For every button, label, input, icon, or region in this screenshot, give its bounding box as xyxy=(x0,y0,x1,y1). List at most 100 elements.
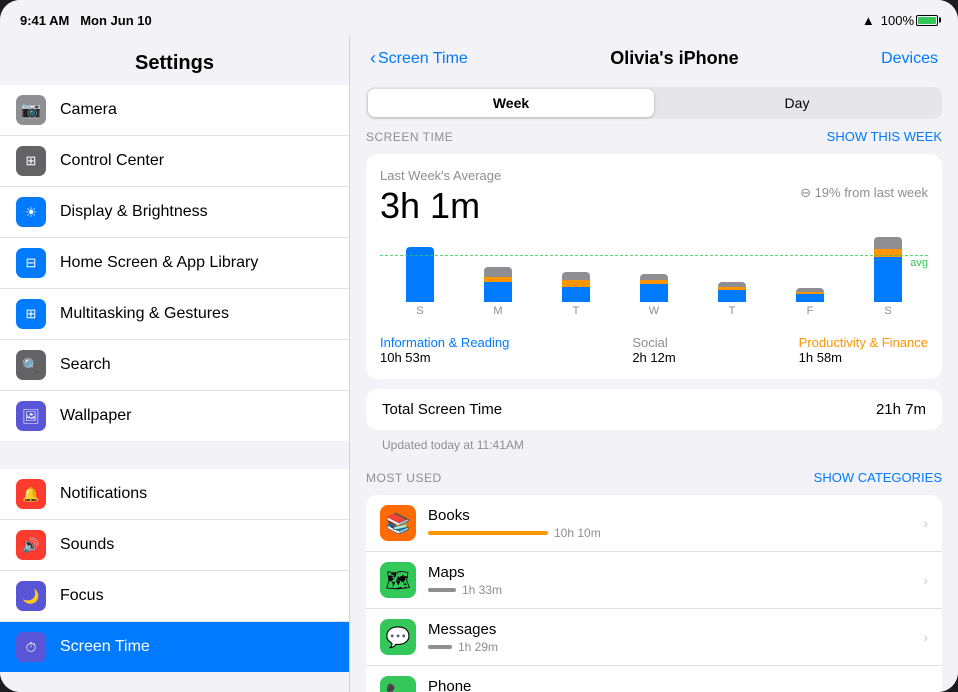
screen-time-label: Screen Time xyxy=(60,638,150,656)
segment-day[interactable]: Day xyxy=(654,89,940,117)
total-label: Total Screen Time xyxy=(382,401,502,418)
wallpaper-label: Wallpaper xyxy=(60,407,131,425)
bar-col-s2: S xyxy=(852,237,924,317)
total-row: Total Screen Time 21h 7m xyxy=(366,389,942,430)
legend-productivity-label: Productivity & Finance xyxy=(799,335,928,350)
back-chevron-icon: ‹ xyxy=(370,48,376,69)
app-row-phone[interactable]: 📞 Phone 1h 16m › xyxy=(366,666,942,692)
sidebar-item-sounds[interactable]: 🔊 Sounds xyxy=(0,520,349,571)
total-value: 21h 7m xyxy=(876,401,926,418)
app-row-books[interactable]: 📚 Books 10h 10m › xyxy=(366,495,942,552)
avg-line xyxy=(380,255,928,256)
focus-icon: 🌙 xyxy=(16,581,46,611)
day-label-w: W xyxy=(649,305,659,317)
sidebar: Settings 📷 Camera ⊞ Control Center ☀ Dis… xyxy=(0,36,350,692)
updated-text: Updated today at 11:41AM xyxy=(350,436,958,460)
segment-wrap: Week Day xyxy=(350,81,958,119)
bar-stack-w xyxy=(640,274,668,302)
messages-info: Messages 1h 29m xyxy=(428,621,923,654)
day-label-m: M xyxy=(493,305,502,317)
legend-productivity: Productivity & Finance 1h 58m xyxy=(799,335,928,365)
messages-chevron-icon: › xyxy=(923,629,928,645)
search-icon: 🔍 xyxy=(16,350,46,380)
bar-stack-s2 xyxy=(874,237,902,302)
sidebar-item-control-center[interactable]: ⊞ Control Center xyxy=(0,136,349,187)
control-center-icon: ⊞ xyxy=(16,146,46,176)
screen-time-section-label: SCREEN TIME xyxy=(366,130,453,144)
devices-button[interactable]: Devices xyxy=(881,50,938,68)
phone-icon: 📞 xyxy=(380,676,416,692)
phone-info: Phone 1h 16m xyxy=(428,678,923,692)
legend-social-time: 2h 12m xyxy=(632,350,675,365)
sidebar-item-screen-time[interactable]: ⏱ Screen Time xyxy=(0,622,349,672)
bar-chart: avg S xyxy=(380,237,928,327)
bar-col-t1: T xyxy=(540,237,612,317)
books-time: 10h 10m xyxy=(554,526,601,540)
maps-name: Maps xyxy=(428,564,923,581)
bars-row: S M xyxy=(380,237,928,317)
sidebar-item-wallpaper[interactable]: 🖼 Wallpaper xyxy=(0,391,349,441)
notifications-label: Notifications xyxy=(60,485,147,503)
bar-stack-m xyxy=(484,267,512,302)
display-label: Display & Brightness xyxy=(60,203,208,221)
nav-back-button[interactable]: ‹ Screen Time xyxy=(370,48,468,69)
show-this-week-link[interactable]: SHOW THIS WEEK xyxy=(827,129,942,144)
bar-stack-f xyxy=(796,288,824,302)
legend-info-reading-label: Information & Reading xyxy=(380,335,509,350)
sidebar-item-notifications[interactable]: 🔔 Notifications xyxy=(0,469,349,520)
nav-bar: ‹ Screen Time Olivia's iPhone Devices xyxy=(350,36,958,81)
sidebar-item-focus[interactable]: 🌙 Focus xyxy=(0,571,349,622)
display-icon: ☀ xyxy=(16,197,46,227)
sidebar-item-multitasking[interactable]: ⊞ Multitasking & Gestures xyxy=(0,289,349,340)
section-gap-1 xyxy=(0,441,349,469)
nav-title: Olivia's iPhone xyxy=(610,48,738,69)
multitasking-icon: ⊞ xyxy=(16,299,46,329)
status-bar: 9:41 AM Mon Jun 10 ▲ 100% xyxy=(0,0,958,36)
bar-col-m: M xyxy=(462,237,534,317)
sidebar-item-display-brightness[interactable]: ☀ Display & Brightness xyxy=(0,187,349,238)
show-categories-link[interactable]: SHOW CATEGORIES xyxy=(814,470,942,485)
focus-label: Focus xyxy=(60,587,104,605)
legend-social-label: Social xyxy=(632,335,675,350)
section-gap-2 xyxy=(0,672,349,692)
status-right: ▲ 100% xyxy=(862,13,938,28)
screen-time-section-header: SCREEN TIME SHOW THIS WEEK xyxy=(350,119,958,148)
home-screen-label: Home Screen & App Library xyxy=(60,254,258,272)
sounds-icon: 🔊 xyxy=(16,530,46,560)
sounds-label: Sounds xyxy=(60,536,114,554)
bar-col-w: W xyxy=(618,237,690,317)
camera-icon: 📷 xyxy=(16,95,46,125)
phone-chevron-icon: › xyxy=(923,686,928,692)
control-center-label: Control Center xyxy=(60,152,164,170)
chart-value: 3h 1m xyxy=(380,185,480,227)
day-label-s2: S xyxy=(884,305,891,317)
sidebar-item-search[interactable]: 🔍 Search xyxy=(0,340,349,391)
legend-productivity-time: 1h 58m xyxy=(799,350,928,365)
books-icon: 📚 xyxy=(380,505,416,541)
bar-col-s1: S xyxy=(384,237,456,317)
maps-bar-row: 1h 33m xyxy=(428,583,923,597)
bar-stack-t1 xyxy=(562,272,590,302)
chart-legend: Information & Reading 10h 53m Social 2h … xyxy=(380,335,928,365)
avg-label: avg xyxy=(910,257,928,269)
segment-control: Week Day xyxy=(366,87,942,119)
app-row-messages[interactable]: 💬 Messages 1h 29m › xyxy=(366,609,942,666)
screen-time-icon: ⏱ xyxy=(16,632,46,662)
day-label-f: F xyxy=(807,305,814,317)
battery-icon xyxy=(916,15,938,26)
day-label-s1: S xyxy=(416,305,423,317)
books-chevron-icon: › xyxy=(923,515,928,531)
chart-subtitle: Last Week's Average xyxy=(380,168,928,183)
multitasking-label: Multitasking & Gestures xyxy=(60,305,229,323)
most-used-header: MOST USED SHOW CATEGORIES xyxy=(350,460,958,489)
sidebar-section-2: 🔔 Notifications 🔊 Sounds 🌙 Focus ⏱ Scree… xyxy=(0,469,349,672)
app-row-maps[interactable]: 🗺 Maps 1h 33m › xyxy=(366,552,942,609)
maps-chevron-icon: › xyxy=(923,572,928,588)
segment-week[interactable]: Week xyxy=(368,89,654,117)
sidebar-item-home-screen[interactable]: ⊟ Home Screen & App Library xyxy=(0,238,349,289)
bar-col-f: F xyxy=(774,237,846,317)
chart-change: ⊖ 19% from last week xyxy=(800,185,928,201)
messages-name: Messages xyxy=(428,621,923,638)
sidebar-item-camera[interactable]: 📷 Camera xyxy=(0,85,349,136)
chart-card: Last Week's Average 3h 1m ⊖ 19% from las… xyxy=(366,154,942,379)
